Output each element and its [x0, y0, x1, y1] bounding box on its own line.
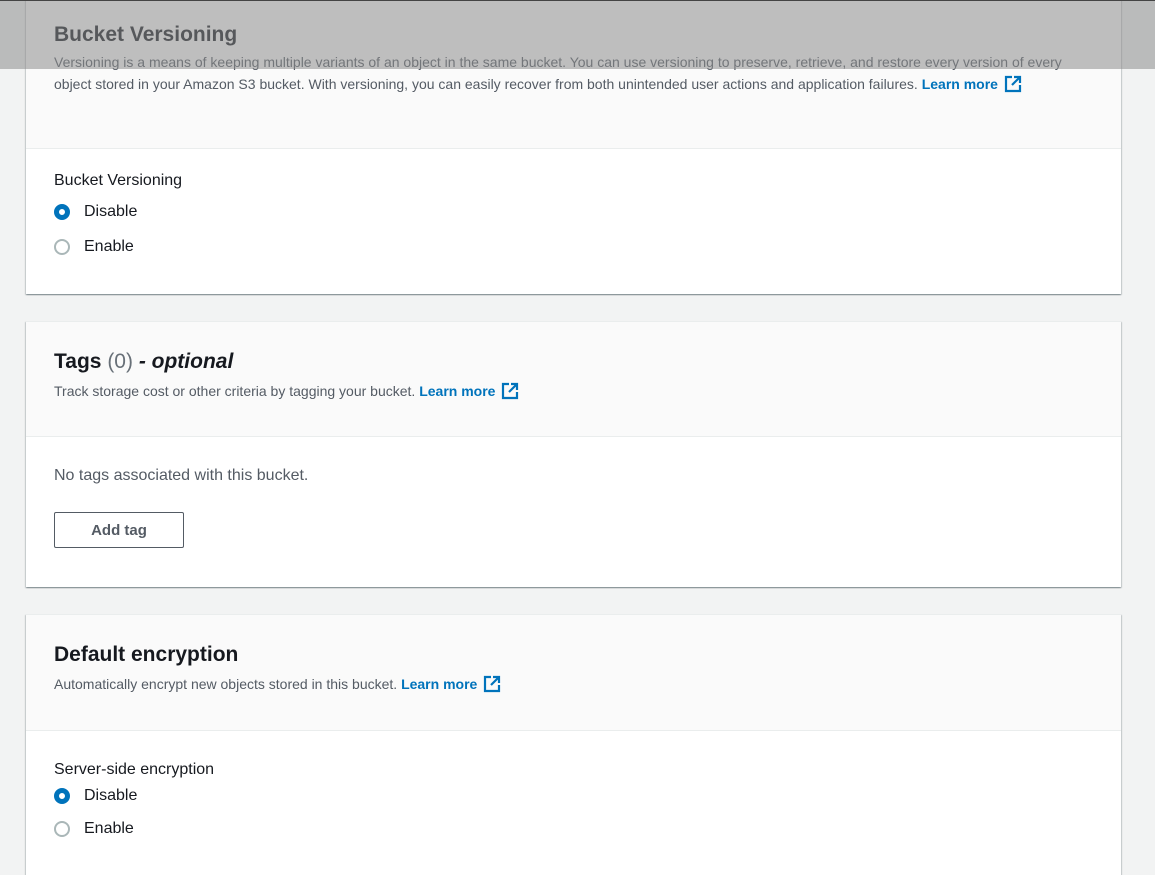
encryption-radio-enable-label: Enable: [84, 820, 134, 837]
radio-checked-icon[interactable]: [54, 203, 70, 220]
server-side-encryption-label: Server-side encryption: [54, 761, 215, 778]
bucket-versioning-header: Bucket Versioning Versioning is a means …: [26, 0, 1121, 149]
tags-body: No tags associated with this bucket. Add…: [26, 437, 1121, 548]
tags-description-text: Track storage cost or other criteria by …: [54, 383, 416, 399]
external-link-icon[interactable]: [1004, 75, 1022, 93]
versioning-radio-disable[interactable]: Disable: [54, 194, 1093, 229]
default-encryption-header: Default encryption Automatically encrypt…: [26, 615, 1121, 731]
encryption-radio-disable-label: Disable: [84, 786, 138, 804]
bucket-versioning-panel: Bucket Versioning Versioning is a means …: [26, 0, 1121, 294]
bucket-versioning-learn-more-link[interactable]: Learn more: [922, 76, 998, 92]
tags-learn-more-link[interactable]: Learn more: [419, 383, 495, 399]
default-encryption-description-text: Automatically encrypt new objects stored…: [54, 676, 398, 692]
tags-header: Tags (0) - optional Track storage cost o…: [26, 322, 1121, 437]
tags-title: Tags (0) - optional: [54, 350, 1093, 374]
radio-unchecked-icon[interactable]: [54, 238, 70, 255]
external-link-icon[interactable]: [501, 382, 519, 400]
default-encryption-panel: Default encryption Automatically encrypt…: [26, 614, 1121, 875]
bucket-versioning-description: Versioning is a means of keeping multipl…: [54, 51, 1093, 95]
versioning-radio-enable-label: Enable: [84, 237, 134, 255]
encryption-radio-disable[interactable]: Disable: [54, 778, 1093, 813]
tags-empty-text: No tags associated with this bucket.: [54, 467, 309, 484]
bucket-versioning-field-label: Bucket Versioning: [54, 172, 183, 189]
add-tag-button[interactable]: Add tag: [54, 512, 184, 548]
tags-title-text: Tags: [54, 350, 102, 373]
default-encryption-title: Default encryption: [54, 643, 239, 666]
bucket-versioning-description-text: Versioning is a means of keeping multipl…: [54, 54, 1062, 92]
external-link-icon[interactable]: [483, 675, 501, 693]
tags-count: (0): [107, 350, 133, 373]
tags-optional-label: - optional: [138, 350, 234, 373]
bucket-versioning-body: Bucket Versioning Disable Enable: [26, 149, 1121, 264]
default-encryption-learn-more-link[interactable]: Learn more: [401, 676, 477, 692]
tags-panel: Tags (0) - optional Track storage cost o…: [26, 321, 1121, 587]
versioning-radio-disable-label: Disable: [84, 202, 138, 220]
default-encryption-body: Server-side encryption Disable Enable: [26, 731, 1121, 845]
radio-checked-icon[interactable]: [54, 787, 70, 804]
default-encryption-description: Automatically encrypt new objects stored…: [54, 673, 1093, 695]
tags-description: Track storage cost or other criteria by …: [54, 380, 1093, 402]
encryption-radio-enable[interactable]: Enable: [54, 813, 1093, 845]
versioning-radio-enable[interactable]: Enable: [54, 229, 1093, 264]
bucket-versioning-title: Bucket Versioning: [54, 23, 238, 46]
radio-unchecked-icon[interactable]: [54, 821, 70, 837]
